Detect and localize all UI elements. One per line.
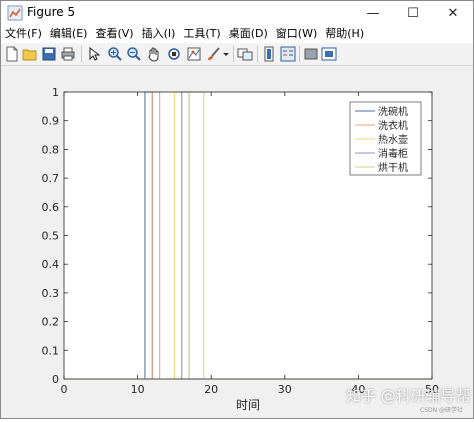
- data-cursor-icon[interactable]: [186, 46, 202, 62]
- legend-label-1: 洗碗机: [378, 105, 408, 118]
- save-icon[interactable]: [41, 46, 57, 62]
- menu-edit[interactable]: 编辑(E): [46, 25, 92, 43]
- x-tick-label: 10: [131, 383, 145, 396]
- y-tick-label: 0: [52, 373, 59, 386]
- menu-desktop[interactable]: 桌面(D): [225, 25, 272, 43]
- y-tick-label: 0.9: [42, 115, 60, 128]
- maximize-button[interactable]: ☐: [393, 1, 433, 25]
- new-figure-icon[interactable]: [4, 46, 20, 62]
- toolbar-separator: [299, 46, 300, 62]
- y-tick-label: 0.6: [42, 201, 60, 214]
- y-tick-label: 0.1: [42, 344, 60, 357]
- y-tick-label: 0.7: [42, 172, 60, 185]
- open-file-icon[interactable]: [22, 46, 38, 62]
- menu-bar: 文件(F) 编辑(E) 查看(V) 插入(I) 工具(T) 桌面(D) 窗口(W…: [1, 25, 473, 43]
- insert-colorbar-icon[interactable]: [261, 46, 277, 62]
- pan-hand-icon[interactable]: [146, 46, 162, 62]
- x-tick-label: 30: [278, 383, 292, 396]
- x-tick-label: 0: [61, 383, 68, 396]
- rotate-3d-icon[interactable]: [166, 46, 182, 62]
- legend-label-4: 消毒柜: [378, 147, 408, 160]
- legend-label-3: 热水壶: [378, 133, 408, 146]
- close-icon: ✕: [447, 5, 459, 21]
- matlab-figure-icon: [7, 5, 23, 21]
- y-tick-label: 0.4: [42, 258, 60, 271]
- figure-window: Figure 5 — ☐ ✕ 文件(F) 编辑(E) 查看(V) 插入(I) 工…: [0, 0, 474, 419]
- y-tick-label: 0.8: [42, 143, 60, 156]
- toolbar-separator: [257, 46, 258, 62]
- x-axis-label: 时间: [236, 398, 260, 412]
- legend-label-2: 洗衣机: [378, 119, 408, 132]
- zoom-out-icon[interactable]: [126, 46, 142, 62]
- maximize-icon: ☐: [407, 5, 419, 21]
- hide-plot-tools-icon[interactable]: [303, 46, 319, 62]
- watermark-zhihu: 知乎 @科研辅导帮: [346, 387, 471, 405]
- line-chart: 0 10 20 30 40 5000.10.20.30.40.50.60.70.80.91…: [42, 86, 440, 412]
- menu-tools[interactable]: 工具(T): [179, 25, 224, 43]
- y-tick-label: 1: [52, 86, 59, 99]
- x-tick-label: 20: [204, 383, 218, 396]
- y-tick-label: 0.2: [42, 316, 60, 329]
- y-tick-label: 0.5: [42, 230, 60, 243]
- brush-icon[interactable]: [206, 46, 222, 62]
- figure-toolbar: [1, 43, 473, 66]
- window-title: Figure 5: [27, 5, 76, 19]
- toolbar-separator: [81, 46, 82, 62]
- y-tick-label: 0.3: [42, 287, 60, 300]
- legend-label-5: 烘干机: [378, 161, 408, 174]
- show-plot-tools-icon[interactable]: [321, 46, 337, 62]
- minimize-button[interactable]: —: [353, 1, 393, 25]
- menu-help[interactable]: 帮助(H): [321, 25, 368, 43]
- menu-file[interactable]: 文件(F): [1, 25, 46, 43]
- link-plot-icon[interactable]: [237, 46, 253, 62]
- figure-canvas: 0 10 20 30 40 50 0 0.1 0.2 0.3 0.4 0.5 0.6 0.7 0.8 0.9 1…: [1, 66, 473, 418]
- menu-insert[interactable]: 插入(I): [138, 25, 180, 43]
- insert-legend-icon[interactable]: [280, 46, 296, 62]
- menu-window[interactable]: 窗口(W): [272, 25, 321, 43]
- brush-dropdown-icon[interactable]: [222, 46, 230, 62]
- print-icon[interactable]: [60, 46, 76, 62]
- title-bar: Figure 5 — ☐ ✕: [1, 1, 473, 25]
- watermark-csdn: CSDN @研学社: [420, 407, 464, 414]
- zoom-in-icon[interactable]: [107, 46, 123, 62]
- edit-plot-arrow-icon[interactable]: [86, 46, 102, 62]
- close-button[interactable]: ✕: [433, 1, 473, 25]
- toolbar-separator: [233, 46, 234, 62]
- minimize-icon: —: [366, 5, 380, 21]
- menu-view[interactable]: 查看(V): [91, 25, 137, 43]
